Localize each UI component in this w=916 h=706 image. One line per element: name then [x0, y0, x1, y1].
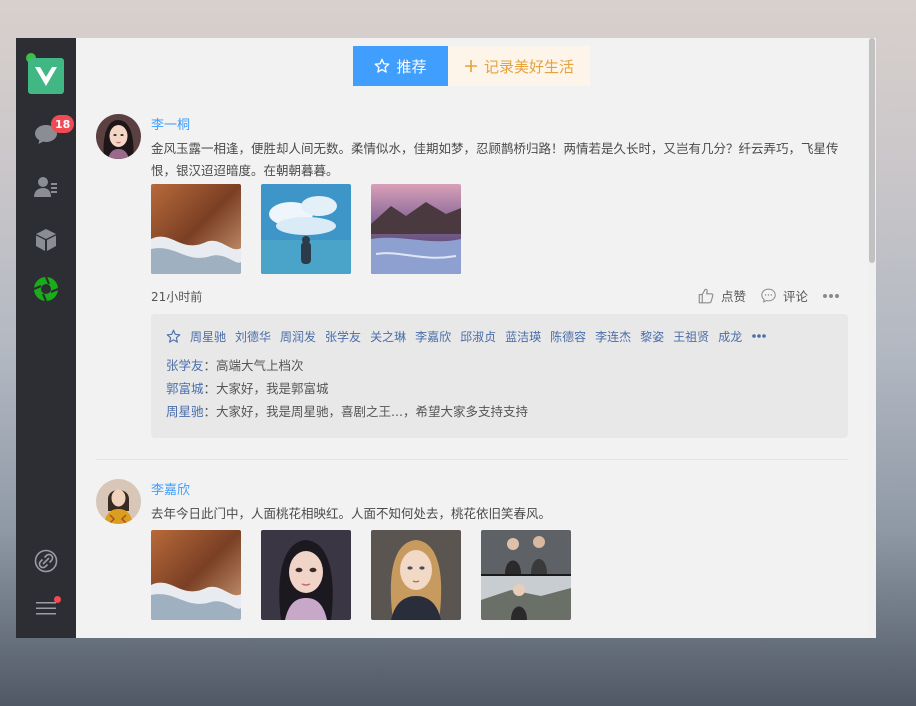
post-image[interactable] [151, 184, 241, 274]
comment-label: 评论 [782, 289, 808, 304]
comment-text: 大家好，我是郭富城 [216, 381, 329, 396]
liker-name[interactable]: 周星驰 [190, 328, 226, 345]
post-time: 21小时前 [151, 290, 203, 304]
recommend-label: 推荐 [396, 58, 427, 76]
plus-icon [464, 60, 477, 72]
post-image[interactable] [371, 184, 461, 274]
cube-icon[interactable] [16, 220, 76, 260]
vue-logo-icon[interactable] [28, 58, 64, 94]
comment-button[interactable]: 评论 [760, 286, 808, 305]
more-button[interactable] [822, 293, 840, 299]
like-button[interactable]: 点赞 [697, 286, 746, 305]
liker-name[interactable]: 陈德容 [550, 328, 586, 345]
star-icon [375, 58, 390, 73]
liker-name[interactable]: 张学友 [325, 328, 361, 345]
sidebar: 18 [16, 38, 76, 638]
moments-feed: 推荐 记录美好生活 李一桐 金风玉露一相逢，便胜却人间无数。柔情似水，佳期如梦，… [76, 38, 876, 638]
post-author[interactable]: 李一桐 [151, 114, 190, 133]
post-image[interactable] [371, 530, 461, 620]
aperture-icon[interactable] [16, 269, 76, 309]
post-image[interactable] [151, 530, 241, 620]
comment-icon [761, 288, 776, 303]
comment-text: 高端大气上档次 [216, 358, 304, 373]
liker-name[interactable]: 李嘉欣 [415, 328, 451, 345]
post-author[interactable]: 李嘉欣 [151, 479, 190, 498]
menu-icon[interactable] [16, 588, 76, 628]
comment-separator: ： [203, 381, 217, 396]
star-outline-icon [166, 329, 181, 343]
comment-author[interactable]: 郭富城 [166, 381, 204, 396]
comment-list: 张学友：高端大气上档次 郭富城：大家好，我是郭富城 周星驰：大家好，我是周星驰，… [166, 354, 833, 423]
avatar[interactable] [96, 114, 141, 159]
post-images [151, 184, 461, 274]
liker-name[interactable]: 蓝洁瑛 [505, 328, 541, 345]
feed-toolbar: 推荐 记录美好生活 [353, 46, 590, 86]
liker-name[interactable]: 成龙 [718, 328, 742, 345]
post-item: 李嘉欣 去年今日此门中，人面桃花相映红。人面不知何处去，桃花依旧笑春风。 [96, 479, 848, 638]
thumbs-up-icon [698, 288, 714, 303]
comment-item: 张学友：高端大气上档次 [166, 354, 833, 377]
comment-author[interactable]: 张学友 [166, 358, 204, 373]
liker-name[interactable]: 李连杰 [595, 328, 631, 345]
liker-list: 周星驰 刘德华 周润发 张学友 关之琳 李嘉欣 邱淑贞 蓝洁瑛 陈德容 李连杰 … [166, 326, 833, 346]
link-icon[interactable] [16, 541, 76, 581]
more-likers-icon[interactable] [751, 333, 767, 339]
comment-text: 大家好，我是周星驰，喜剧之王...，希望大家多支持支持 [216, 404, 528, 419]
liker-name[interactable]: 邱淑贞 [460, 328, 496, 345]
post-actions: 点赞 评论 [689, 286, 840, 305]
scrollbar[interactable] [868, 38, 876, 638]
post-content: 金风玉露一相逢，便胜却人间无数。柔情似水，佳期如梦，忍顾鹊桥归路！两情若是久长时… [151, 141, 839, 178]
liker-name[interactable]: 刘德华 [235, 328, 271, 345]
post-image[interactable] [261, 530, 351, 620]
post-images [151, 530, 571, 620]
menu-notification-dot [54, 596, 61, 603]
comment-item: 郭富城：大家好，我是郭富城 [166, 377, 833, 400]
post-content: 去年今日此门中，人面桃花相映红。人面不知何处去，桃花依旧笑春风。 [151, 506, 552, 521]
comment-separator: ： [203, 358, 217, 373]
liker-name[interactable]: 黎姿 [640, 328, 664, 345]
comment-author[interactable]: 周星驰 [166, 404, 204, 419]
post-image[interactable] [261, 184, 351, 274]
more-icon [823, 293, 839, 298]
contacts-icon[interactable] [16, 167, 76, 207]
post-divider [96, 459, 848, 460]
liker-name[interactable]: 关之琳 [370, 328, 406, 345]
avatar[interactable] [96, 479, 141, 524]
like-label: 点赞 [720, 289, 746, 304]
liker-name[interactable]: 周润发 [280, 328, 316, 345]
chat-badge: 18 [51, 115, 75, 133]
record-life-label: 记录美好生活 [483, 58, 574, 76]
post-item: 李一桐 金风玉露一相逢，便胜却人间无数。柔情似水，佳期如梦，忍顾鹊桥归路！两情若… [96, 114, 848, 444]
recommend-button[interactable]: 推荐 [353, 46, 448, 86]
app-window: 18 推荐 记录美好生活 李一桐 金风玉露一相逢，便胜却人间无数。柔情似水，佳期… [16, 38, 876, 638]
interaction-box: 周星驰 刘德华 周润发 张学友 关之琳 李嘉欣 邱淑贞 蓝洁瑛 陈德容 李连杰 … [151, 314, 848, 438]
record-life-button[interactable]: 记录美好生活 [448, 46, 590, 86]
post-image[interactable] [481, 530, 571, 620]
comment-separator: ： [203, 404, 217, 419]
scrollbar-thumb[interactable] [869, 38, 875, 263]
liker-name[interactable]: 王祖贤 [673, 328, 709, 345]
comment-item: 周星驰：大家好，我是周星驰，喜剧之王...，希望大家多支持支持 [166, 400, 833, 423]
